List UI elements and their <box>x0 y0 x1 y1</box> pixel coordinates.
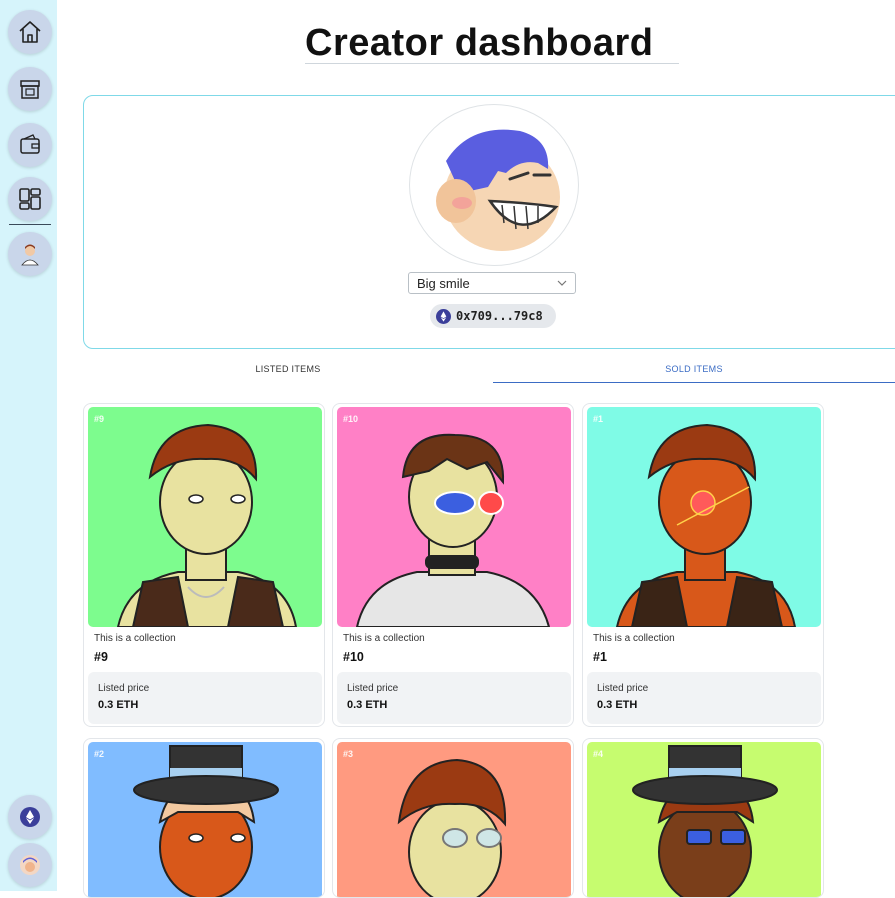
nft-card[interactable]: #1 This is a collection #1 Listed price … <box>582 403 824 727</box>
nft-badge: #9 <box>94 414 105 424</box>
nft-character-icon <box>116 423 298 627</box>
sidebar-item-wallet[interactable] <box>8 123 52 167</box>
price-box: Listed price 0.3 ETH <box>88 672 322 724</box>
nft-card[interactable]: #4 <box>582 738 824 898</box>
nft-card[interactable]: #2 <box>83 738 325 898</box>
price-box: Listed price 0.3 ETH <box>337 672 571 724</box>
collection-name: This is a collection <box>593 633 675 644</box>
nft-image <box>88 407 322 627</box>
user-avatar-icon <box>21 244 39 266</box>
nft-image <box>587 742 821 897</box>
sidebar <box>0 0 57 891</box>
collection-name: This is a collection <box>94 633 176 644</box>
nft-badge: #1 <box>593 414 604 424</box>
avatar-style-value: Big smile <box>417 275 470 291</box>
account-avatar-icon <box>20 855 40 875</box>
sidebar-item-marketplace[interactable] <box>8 67 52 111</box>
nft-badge: #3 <box>343 749 354 759</box>
nft-card[interactable]: #3 <box>332 738 574 898</box>
chevron-down-icon <box>557 280 567 286</box>
price-value: 0.3 ETH <box>597 699 638 711</box>
price-label: Listed price <box>347 683 399 694</box>
nft-character-icon <box>133 745 279 897</box>
page-title: Creator dashboard <box>305 22 654 64</box>
nft-badge: #4 <box>593 749 604 759</box>
nft-image <box>337 407 571 627</box>
ethereum-icon <box>436 308 451 324</box>
price-label: Listed price <box>597 683 649 694</box>
nft-name: #10 <box>343 650 364 664</box>
avatar-style-select[interactable]: Big smile <box>408 272 576 294</box>
nft-card[interactable]: #9 This is a collection #9 Listed price … <box>83 403 325 727</box>
nft-badge: #2 <box>94 749 105 759</box>
nft-card[interactable]: #10 This is a collection #10 Listed pric… <box>332 403 574 727</box>
sidebar-item-profile[interactable] <box>8 232 52 276</box>
sidebar-item-network[interactable] <box>8 795 52 839</box>
nft-image <box>88 742 322 897</box>
tab-listed-items[interactable]: LISTED ITEMS <box>83 356 493 382</box>
nft-badge: #10 <box>343 414 359 424</box>
nft-character-icon <box>632 745 778 897</box>
price-value: 0.3 ETH <box>347 699 388 711</box>
storefront-icon <box>20 80 40 99</box>
sidebar-item-home[interactable] <box>8 10 52 54</box>
profile-avatar <box>409 104 579 266</box>
price-value: 0.3 ETH <box>98 699 139 711</box>
nft-image <box>337 742 571 897</box>
sidebar-item-dashboard[interactable] <box>8 177 52 221</box>
nft-name: #1 <box>593 650 607 664</box>
ethereum-icon <box>20 807 40 827</box>
sidebar-divider <box>9 224 51 225</box>
wallet-address-badge[interactable]: 0x709...79c8 <box>430 304 556 328</box>
tab-sold-items[interactable]: SOLD ITEMS <box>493 356 895 383</box>
sidebar-item-account[interactable] <box>8 843 52 887</box>
wallet-icon <box>20 134 40 154</box>
dashboard-grid-icon <box>19 188 41 210</box>
nft-name: #9 <box>94 650 108 664</box>
wallet-address-text: 0x709...79c8 <box>456 309 543 323</box>
nft-character-icon <box>355 433 551 627</box>
price-label: Listed price <box>98 683 150 694</box>
nft-character-icon <box>397 758 507 897</box>
price-box: Listed price 0.3 ETH <box>587 672 821 724</box>
nft-character-icon <box>615 423 797 627</box>
nft-image <box>587 407 821 627</box>
title-underline <box>305 63 679 64</box>
collection-name: This is a collection <box>343 633 425 644</box>
big-smile-avatar-icon <box>436 129 560 251</box>
home-icon <box>19 21 41 43</box>
